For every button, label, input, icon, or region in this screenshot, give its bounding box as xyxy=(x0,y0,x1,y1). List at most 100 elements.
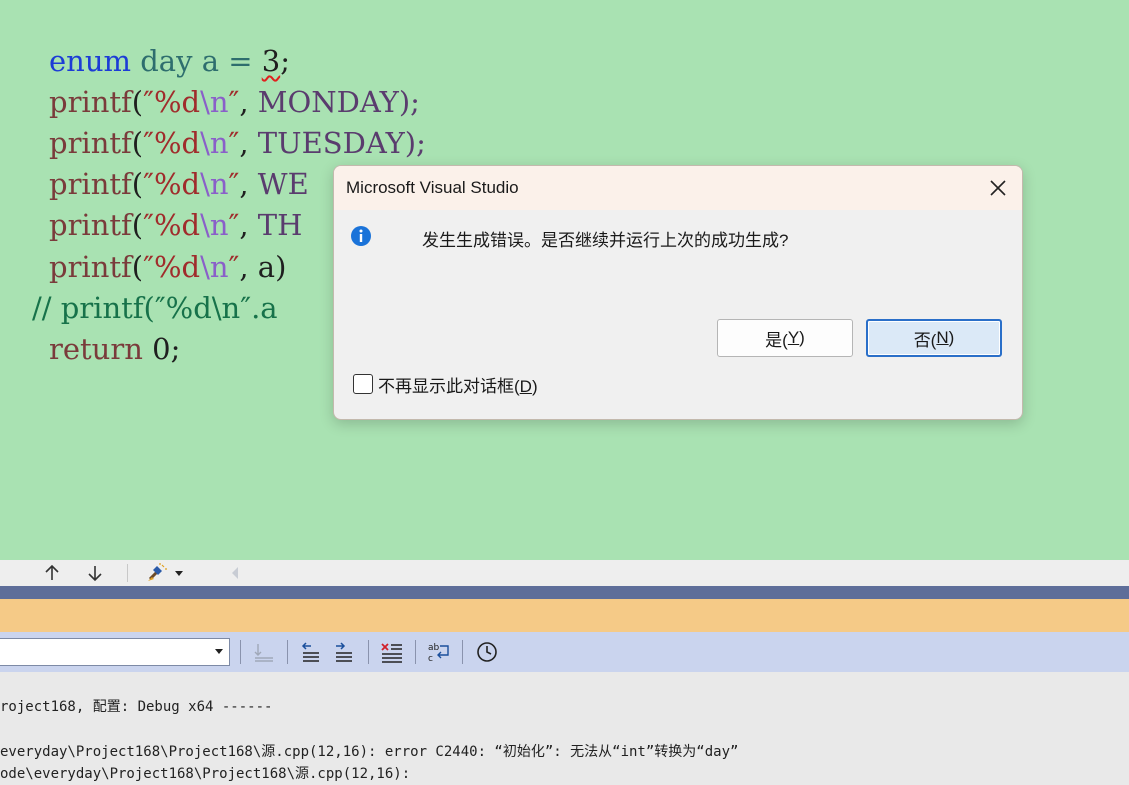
argument: WE xyxy=(248,167,309,201)
checkbox-label: 不再显示此对话框(D) xyxy=(378,372,538,397)
no-button[interactable]: 否(N) xyxy=(866,319,1002,357)
quote: ″ xyxy=(143,167,154,201)
dialog-title-bar: Microsoft Visual Studio xyxy=(334,166,1022,210)
previous-message-icon[interactable] xyxy=(298,639,324,665)
format-spec: %d xyxy=(153,250,201,284)
comma: , xyxy=(239,126,249,160)
format-spec: %d xyxy=(153,167,201,201)
button-label: 是( xyxy=(765,330,788,350)
assignment-text: a = xyxy=(192,44,262,78)
build-error-dialog: Microsoft Visual Studio 发生生成错误。是否继续并运行上次… xyxy=(333,165,1023,420)
toolbar-separator xyxy=(240,640,241,664)
function-name: printf xyxy=(49,208,132,242)
paren: ( xyxy=(131,126,144,160)
toolbar-separator xyxy=(127,564,128,582)
paren: ( xyxy=(131,85,144,119)
panel-divider xyxy=(0,586,1129,599)
paren: ( xyxy=(131,208,144,242)
brush-icon[interactable] xyxy=(147,562,187,584)
quote: ″ xyxy=(143,208,154,242)
format-spec: %d xyxy=(153,85,201,119)
output-source-dropdown[interactable] xyxy=(0,638,230,666)
mnemonic: D xyxy=(519,376,532,396)
escape-seq: \n xyxy=(200,126,229,160)
output-line: roject168, 配置: Debug x64 ------ xyxy=(0,699,273,715)
function-name: printf xyxy=(49,250,132,284)
code-line-6: printf(″%d\n″, a) xyxy=(49,250,286,290)
quote: ″ xyxy=(143,250,154,284)
function-name: printf xyxy=(49,167,132,201)
quote: ″ xyxy=(228,85,240,119)
comma: , xyxy=(239,167,249,201)
toolbar-separator xyxy=(368,640,369,664)
quote: ″ xyxy=(143,126,154,160)
dont-show-again-row[interactable]: 不再显示此对话框(D) xyxy=(353,372,538,397)
keyword-enum: enum xyxy=(49,44,132,78)
argument: MONDAY); xyxy=(248,85,420,119)
output-toolbar: ab c xyxy=(0,632,1129,672)
checkbox-label-text: 不再显示此对话框( xyxy=(378,376,520,396)
chevron-down-icon xyxy=(215,649,223,654)
code-line-4: printf(″%d\n″, WE xyxy=(49,167,309,207)
function-name: printf xyxy=(49,126,132,160)
arrow-down-icon[interactable] xyxy=(84,562,106,584)
dialog-title: Microsoft Visual Studio xyxy=(346,178,519,197)
format-spec: %d xyxy=(153,126,201,160)
toolbar-separator xyxy=(415,640,416,664)
toolbar-separator xyxy=(287,640,288,664)
clock-icon[interactable] xyxy=(474,639,500,665)
navigation-toolbar xyxy=(0,560,1129,586)
arrow-up-icon[interactable] xyxy=(41,562,63,584)
keyword-return: return xyxy=(49,332,143,366)
mnemonic: Y xyxy=(787,328,800,347)
argument: TH xyxy=(248,208,303,242)
code-comment: // printf(″%d\n″.a xyxy=(32,291,278,325)
svg-text:ab: ab xyxy=(428,643,440,653)
quote: ″ xyxy=(228,167,240,201)
quote: ″ xyxy=(228,126,240,160)
find-message-in-code-icon[interactable] xyxy=(251,639,277,665)
escape-seq: \n xyxy=(200,85,229,119)
argument: TUESDAY); xyxy=(248,126,426,160)
yes-button[interactable]: 是(Y) xyxy=(717,319,853,357)
close-icon[interactable] xyxy=(988,178,1008,198)
error-literal: 3 xyxy=(261,44,281,78)
toolbar-separator xyxy=(462,640,463,664)
code-line-return: return 0; xyxy=(49,332,180,372)
output-line: ode\everyday\Project168\Project168\源.cpp… xyxy=(0,766,411,782)
output-line: everyday\Project168\Project168\源.cpp(12,… xyxy=(0,744,739,760)
quote: ″ xyxy=(228,208,240,242)
checkbox-label-end: ) xyxy=(531,376,538,396)
escape-seq: \n xyxy=(200,250,229,284)
output-panel-header xyxy=(0,599,1129,632)
code-line-5: printf(″%d\n″, TH xyxy=(49,208,302,248)
format-spec: %d xyxy=(153,208,201,242)
escape-seq: \n xyxy=(200,208,229,242)
comma: , xyxy=(239,250,249,284)
semicolon: ; xyxy=(280,44,290,78)
next-message-icon[interactable] xyxy=(331,639,357,665)
quote: ″ xyxy=(143,85,154,119)
comma: , xyxy=(239,208,249,242)
return-value: 0; xyxy=(142,332,181,366)
escape-seq: \n xyxy=(200,167,229,201)
button-label-end: ) xyxy=(948,328,955,347)
button-label-end: ) xyxy=(799,328,805,347)
code-line-1: enum day a = 3; xyxy=(49,44,290,84)
mnemonic: N xyxy=(936,328,949,347)
paren: ( xyxy=(131,167,144,201)
argument: a) xyxy=(248,250,287,284)
output-pane[interactable]: roject168, 配置: Debug x64 ------ everyday… xyxy=(0,672,1129,785)
type-name: day xyxy=(140,44,193,78)
function-name: printf xyxy=(49,85,132,119)
info-icon xyxy=(350,225,372,247)
dialog-message: 发生生成错误。是否继续并运行上次的成功生成? xyxy=(422,231,789,250)
chevron-left-icon xyxy=(224,562,246,584)
dont-show-again-checkbox[interactable] xyxy=(353,374,373,394)
code-line-3: printf(″%d\n″, TUESDAY); xyxy=(49,126,426,166)
code-line-2: printf(″%d\n″, MONDAY); xyxy=(49,85,420,125)
clear-all-icon[interactable] xyxy=(379,639,405,665)
button-label: 否( xyxy=(913,330,937,350)
paren: ( xyxy=(131,250,144,284)
word-wrap-icon[interactable]: ab c xyxy=(426,639,452,665)
